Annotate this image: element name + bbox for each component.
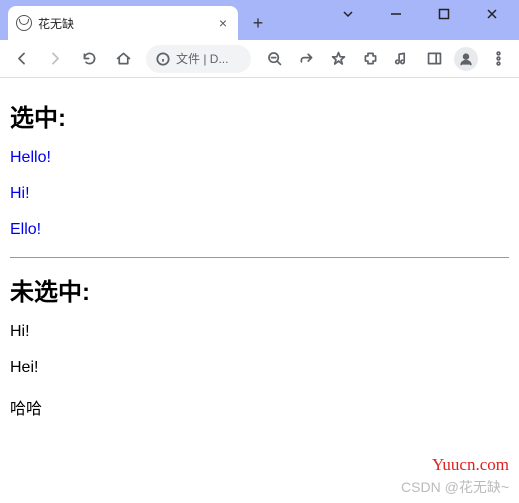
maximize-button[interactable] [429, 2, 459, 26]
new-tab-button[interactable]: + [244, 9, 272, 37]
window-titlebar: 花无缺 × + [0, 0, 519, 40]
share-button[interactable] [291, 44, 321, 74]
home-button[interactable] [108, 44, 138, 74]
list-item: Hi! [10, 323, 509, 341]
profile-button[interactable] [451, 44, 481, 74]
back-button[interactable] [6, 44, 36, 74]
list-item: Hi! [10, 185, 509, 203]
address-bar[interactable]: 文件 | D... [146, 45, 251, 73]
watermark-site: Yuucn.com [432, 455, 509, 475]
dropdown-icon[interactable] [333, 2, 363, 26]
minimize-button[interactable] [381, 2, 411, 26]
close-tab-icon[interactable]: × [216, 16, 230, 30]
globe-icon [16, 15, 32, 31]
browser-toolbar: 文件 | D... [0, 40, 519, 78]
sidepanel-button[interactable] [419, 44, 449, 74]
address-text: 文件 | D... [176, 50, 228, 67]
tab-title: 花无缺 [38, 15, 210, 32]
reload-button[interactable] [74, 44, 104, 74]
list-item: Hello! [10, 149, 509, 167]
divider [10, 257, 509, 258]
media-button[interactable] [387, 44, 417, 74]
page-content: 选中: Hello! Hi! Ello! 未选中: Hi! Hei! 哈哈 [0, 78, 519, 443]
zoom-button[interactable] [259, 44, 289, 74]
browser-tab[interactable]: 花无缺 × [8, 6, 238, 40]
unselected-heading: 未选中: [10, 272, 509, 307]
watermark-author: CSDN @花无缺~ [401, 477, 509, 497]
list-item: Hei! [10, 359, 509, 377]
close-window-button[interactable] [477, 2, 507, 26]
bookmark-button[interactable] [323, 44, 353, 74]
info-icon [156, 52, 170, 66]
window-controls [333, 0, 519, 28]
avatar-icon [454, 47, 478, 71]
list-item: Ello! [10, 221, 509, 239]
extensions-button[interactable] [355, 44, 385, 74]
list-item: 哈哈 [10, 395, 509, 419]
selected-heading: 选中: [10, 98, 509, 133]
unselected-section: 未选中: Hi! Hei! 哈哈 [10, 272, 509, 419]
menu-button[interactable] [483, 44, 513, 74]
selected-section: 选中: Hello! Hi! Ello! [10, 98, 509, 239]
forward-button[interactable] [40, 44, 70, 74]
